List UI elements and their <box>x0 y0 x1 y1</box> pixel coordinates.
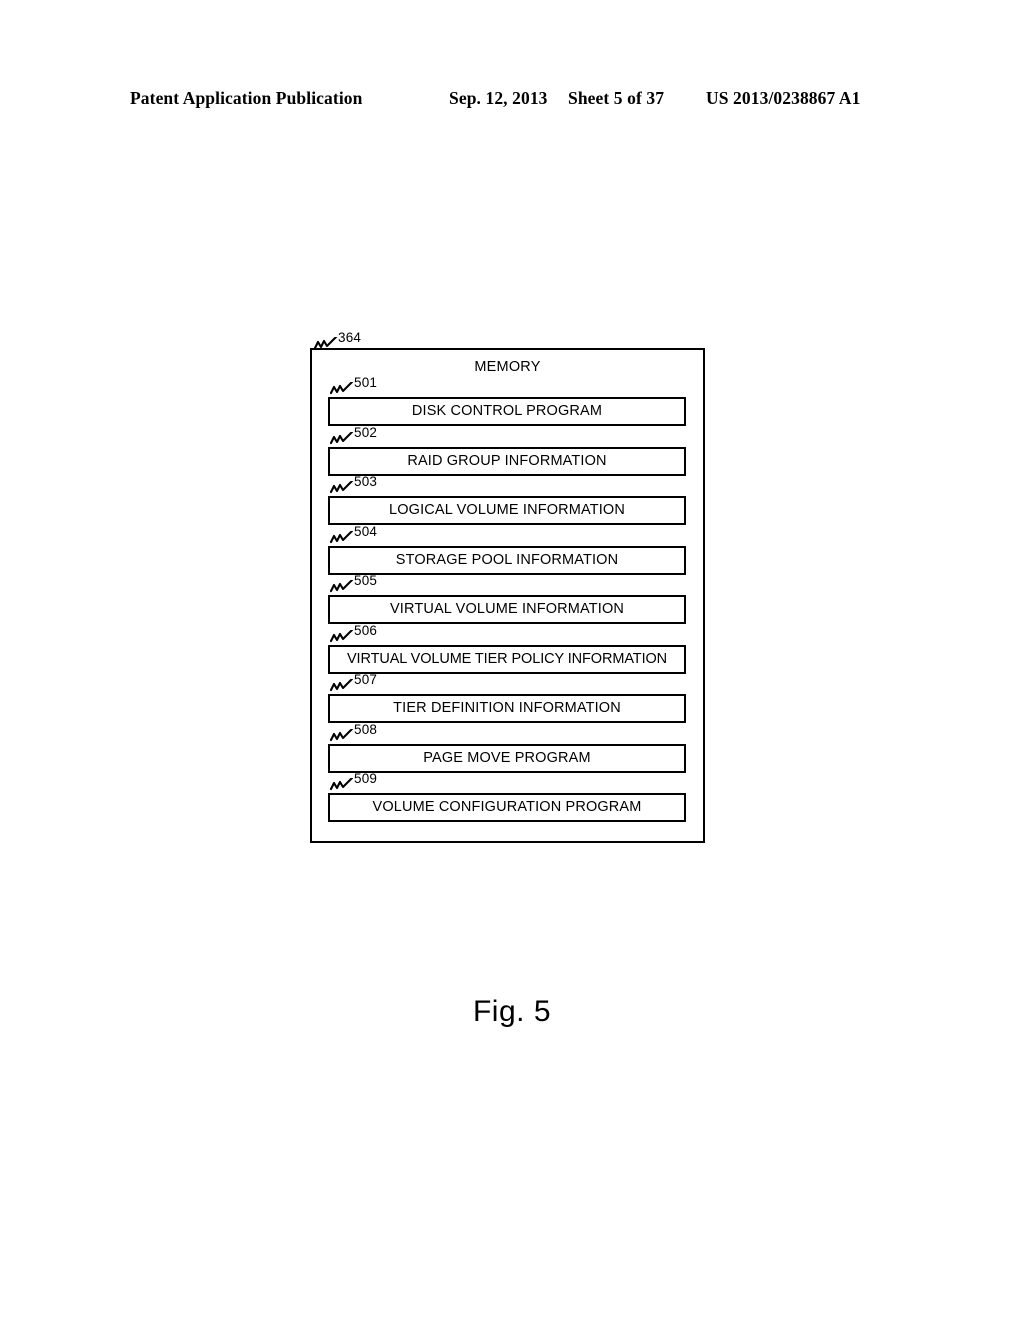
memory-component-label: RAID GROUP INFORMATION <box>407 452 607 469</box>
reference-numeral-label: 509 <box>354 771 378 786</box>
memory-component-label: PAGE MOVE PROGRAM <box>423 749 591 766</box>
memory-component-label: LOGICAL VOLUME INFORMATION <box>389 502 625 519</box>
memory-component-label: STORAGE POOL INFORMATION <box>395 551 619 568</box>
memory-component-box-505: VIRTUAL VOLUME INFORMATION <box>328 595 686 624</box>
memory-component-label: VOLUME CONFIGURATION PROGRAM <box>372 799 642 816</box>
reference-numeral-label: 364 <box>338 330 362 345</box>
memory-component-box-506: VIRTUAL VOLUME TIER POLICY INFORMATION <box>328 644 686 674</box>
reference-numeral-label: 506 <box>354 622 378 638</box>
memory-component-box-501: DISK CONTROL PROGRAM <box>328 397 686 426</box>
lead-line-squiggle-icon <box>330 481 354 494</box>
lead-line-squiggle-icon <box>330 580 354 593</box>
figure-5-diagram: MEMORY 364 501 DISK CONTROL PROGRAM 502 RAI… <box>0 0 1024 1320</box>
memory-component-label: DISK CONTROL PROGRAM <box>411 403 603 420</box>
lead-line-squiggle-icon <box>314 337 338 350</box>
reference-numeral-label: 508 <box>354 721 378 737</box>
memory-component-box-509: VOLUME CONFIGURATION PROGRAM <box>328 793 686 822</box>
lead-line-squiggle-icon <box>330 382 354 395</box>
figure-caption: Fig. 5 <box>472 995 552 1028</box>
reference-numeral-label: 503 <box>354 474 378 489</box>
lead-line-squiggle-icon <box>330 530 354 543</box>
reference-numeral-label: 502 <box>354 424 378 440</box>
memory-component-label: VIRTUAL VOLUME TIER POLICY INFORMATION <box>346 650 668 667</box>
memory-component-box-502: RAID GROUP INFORMATION <box>328 446 686 476</box>
lead-line-squiggle-icon <box>330 431 354 444</box>
memory-component-label: TIER DEFINITION INFORMATION <box>393 700 621 717</box>
memory-component-box-504: STORAGE POOL INFORMATION <box>328 545 686 575</box>
memory-component-box-503: LOGICAL VOLUME INFORMATION <box>328 496 686 525</box>
reference-numeral-label: 501 <box>354 375 378 390</box>
lead-line-squiggle-icon <box>330 778 354 791</box>
lead-line-squiggle-icon <box>330 679 354 692</box>
memory-block-title: MEMORY <box>474 359 541 375</box>
memory-component-box-507: TIER DEFINITION INFORMATION <box>328 694 686 723</box>
lead-line-squiggle-icon <box>330 728 354 741</box>
reference-numeral-label: 504 <box>354 523 378 539</box>
reference-numeral-label: 505 <box>354 573 378 588</box>
reference-numeral-label: 507 <box>354 672 378 687</box>
memory-component-label: VIRTUAL VOLUME INFORMATION <box>389 601 625 618</box>
lead-line-squiggle-icon <box>330 629 354 642</box>
memory-component-box-508: PAGE MOVE PROGRAM <box>328 743 686 773</box>
